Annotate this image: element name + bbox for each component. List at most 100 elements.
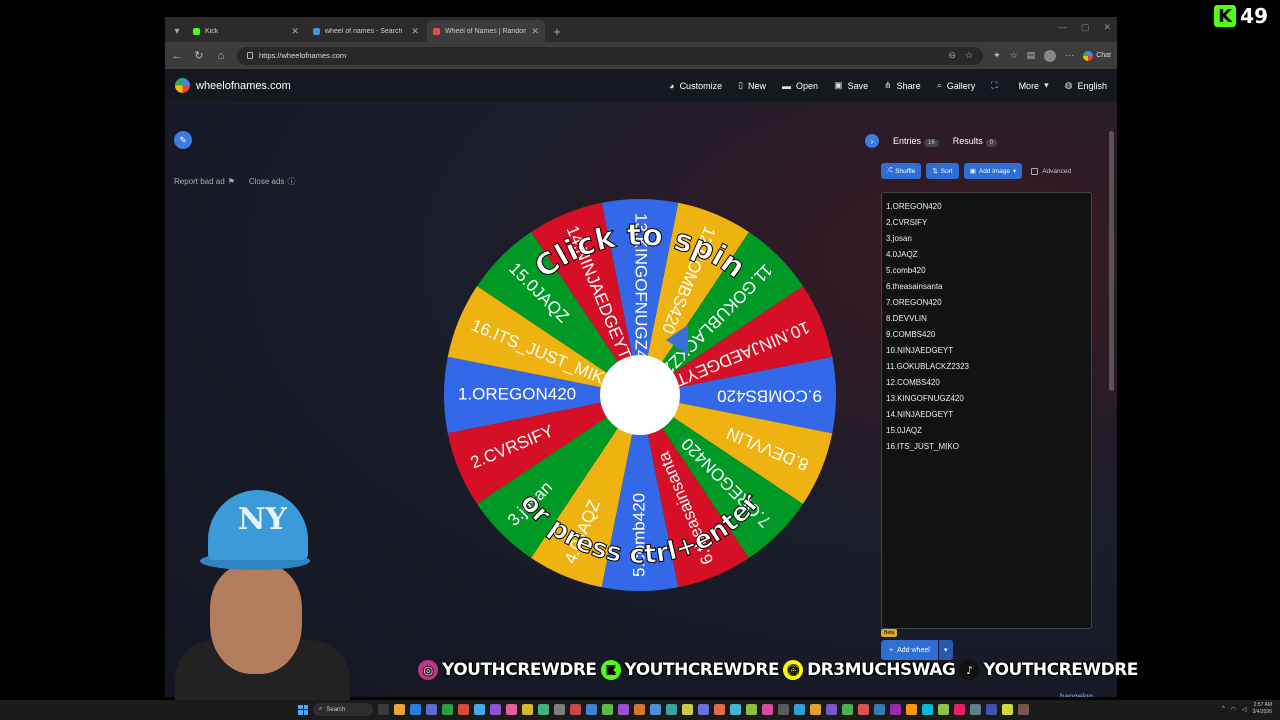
zoom-icon[interactable]: ⊖ — [948, 50, 956, 61]
taskbar-app-icon[interactable] — [986, 704, 997, 715]
menu-gallery[interactable]: ⌕ Gallery — [937, 80, 976, 91]
minimize-icon[interactable]: — — [1058, 22, 1067, 33]
shuffle-button[interactable]: ⤮ Shuffle — [881, 163, 922, 179]
page-scrollbar[interactable] — [1109, 131, 1114, 391]
wheel-pointer-arrow — [666, 325, 688, 355]
taskbar-app-icon[interactable] — [842, 704, 853, 715]
menu-customize[interactable]: ◕ Customize — [669, 81, 722, 91]
taskbar-app-icon[interactable] — [794, 704, 805, 715]
taskbar-app-icon[interactable] — [810, 704, 821, 715]
taskbar-app-icon[interactable] — [778, 704, 789, 715]
add-image-button[interactable]: ▣ Add image ▾ — [963, 163, 1023, 179]
collections-icon[interactable]: ▤ — [1027, 50, 1036, 61]
copilot-chat-button[interactable]: Chat — [1083, 50, 1111, 61]
taskbar-app-icon[interactable] — [538, 704, 549, 715]
menu-more[interactable]: More ▾ — [1019, 80, 1049, 91]
taskbar-app-icon[interactable] — [650, 704, 661, 715]
windows-start-icon[interactable] — [298, 704, 308, 715]
new-tab-plus-icon[interactable]: + — [547, 20, 567, 42]
profile-avatar[interactable] — [1044, 49, 1057, 62]
tab-entries[interactable]: Entries 16 — [893, 136, 939, 147]
menu-save[interactable]: ▣ Save — [834, 80, 868, 91]
taskbar-app-icon[interactable] — [970, 704, 981, 715]
taskbar-app-icon[interactable] — [394, 704, 405, 715]
tab-wheel-of-names[interactable]: Wheel of Names | Random name ✕ — [427, 20, 545, 42]
wheel-center-hub[interactable] — [600, 355, 680, 435]
volume-icon[interactable]: ◁ — [1242, 706, 1247, 713]
taskbar-app-icon[interactable] — [490, 704, 501, 715]
menu-share[interactable]: ⋔ Share — [884, 80, 921, 91]
reload-icon[interactable]: ↻ — [193, 49, 205, 62]
more-dots-icon[interactable]: ⋯ — [1065, 50, 1074, 61]
url-field[interactable]: https://wheelofnames.com ⊖ ☆ — [237, 46, 984, 65]
tab-search[interactable]: wheel of names - Search ✕ — [307, 20, 425, 42]
clock[interactable]: 2:57 AM 3/4/2026 — [1253, 702, 1272, 716]
taskbar-app-icon[interactable] — [474, 704, 485, 715]
tab-kick[interactable]: Kick ✕ — [187, 20, 305, 42]
maximize-icon[interactable]: ▢ — [1081, 22, 1090, 33]
edit-pencil-button[interactable]: ✎ — [174, 131, 192, 149]
menu-open[interactable]: ▬ Open — [782, 81, 818, 91]
home-icon[interactable]: ⌂ — [215, 50, 227, 62]
taskbar-app-icon[interactable] — [586, 704, 597, 715]
taskbar-app-icon[interactable] — [634, 704, 645, 715]
collapse-panel-icon[interactable]: › — [865, 134, 879, 148]
taskbar-app-icon[interactable] — [442, 704, 453, 715]
taskbar-app-icon[interactable] — [410, 704, 421, 715]
sort-button[interactable]: ⇅ Sort — [926, 163, 959, 179]
taskbar-app-icon[interactable] — [730, 704, 741, 715]
tab-search-chevron-icon[interactable]: ▾ — [169, 20, 185, 42]
taskbar-app-icon[interactable] — [938, 704, 949, 715]
taskbar-app-icon[interactable] — [554, 704, 565, 715]
menu-fullscreen[interactable]: ⛶ — [991, 80, 1002, 91]
taskbar-app-icon[interactable] — [618, 704, 629, 715]
taskbar-app-icon[interactable] — [426, 704, 437, 715]
menu-english[interactable]: ◍ English — [1065, 80, 1107, 91]
site-info-icon[interactable] — [247, 52, 253, 59]
site-logo[interactable]: wheelofnames.com — [175, 78, 291, 93]
taskbar-app-icon[interactable] — [506, 704, 517, 715]
taskbar-app-icon[interactable] — [746, 704, 757, 715]
advanced-checkbox[interactable]: Advanced — [1031, 167, 1071, 175]
close-window-icon[interactable]: ✕ — [1103, 22, 1111, 33]
taskbar-app-icon[interactable] — [1018, 704, 1029, 715]
taskbar-app-icon[interactable] — [890, 704, 901, 715]
taskbar-app-icon[interactable] — [826, 704, 837, 715]
taskbar-app-icon[interactable] — [522, 704, 533, 715]
taskbar-app-icon[interactable] — [602, 704, 613, 715]
menu-new[interactable]: ▯ New — [738, 80, 766, 91]
taskbar-app-icon[interactable] — [1002, 704, 1013, 715]
tab-close-icon[interactable]: ✕ — [411, 26, 419, 37]
extensions-icon[interactable]: ✦ — [993, 50, 1001, 61]
changelog-link[interactable]: hangelog — [1060, 692, 1093, 697]
taskbar-app-icon[interactable] — [858, 704, 869, 715]
close-ads-link[interactable]: Close ads ⓘ — [249, 176, 296, 187]
report-ad-link[interactable]: Report bad ad ⚑ — [174, 176, 235, 187]
favorite-star-icon[interactable]: ☆ — [965, 50, 973, 61]
tab-close-icon[interactable]: ✕ — [531, 26, 539, 37]
entries-textarea[interactable]: 1.OREGON420 2.CVRSIFY 3.josan 4.0JAQZ 5.comb… — [881, 192, 1092, 629]
taskbar-app-icon[interactable] — [954, 704, 965, 715]
palette-icon: ◕ — [669, 80, 675, 91]
search-favicon-icon — [313, 27, 320, 35]
taskbar-app-icon[interactable] — [714, 704, 725, 715]
wheel-graphic[interactable]: 1.OREGON4202.CVRSIFY3.josan 4.0JAQZ 5.comb… — [443, 139, 837, 639]
tray-chevron-icon[interactable]: ^ — [1222, 706, 1225, 712]
favorites-icon[interactable]: ☆ — [1010, 50, 1018, 61]
taskbar-search[interactable]: ⌕ Search — [313, 703, 373, 716]
taskbar-app-icon[interactable] — [570, 704, 581, 715]
tab-close-icon[interactable]: ✕ — [291, 26, 299, 37]
taskbar-app-icon[interactable] — [906, 704, 917, 715]
taskbar-app-icon[interactable] — [666, 704, 677, 715]
taskbar-app-icon[interactable] — [698, 704, 709, 715]
taskbar-app-icon[interactable] — [378, 704, 389, 715]
taskbar-app-icon[interactable] — [682, 704, 693, 715]
taskbar-app-icon[interactable] — [874, 704, 885, 715]
wifi-icon[interactable]: ◠ — [1231, 706, 1236, 713]
tab-results[interactable]: Results 0 — [953, 136, 998, 147]
back-arrow-icon[interactable]: ← — [171, 50, 183, 62]
taskbar-app-icon[interactable] — [762, 704, 773, 715]
spin-wheel[interactable]: 1.OREGON420 2.CVRSIFY 3.josan 4.0JAQZ 5.comb… — [443, 139, 837, 639]
taskbar-app-icon[interactable] — [458, 704, 469, 715]
taskbar-app-icon[interactable] — [922, 704, 933, 715]
